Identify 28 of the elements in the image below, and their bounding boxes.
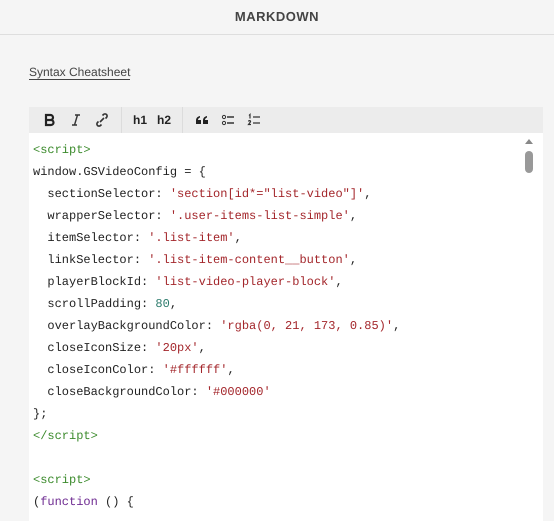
bold-icon (43, 113, 57, 127)
code-line: scrollPadding: 80, (46, 296, 178, 313)
code-line: itemSelector: '.list-item', (46, 230, 242, 247)
code-line: linkSelector: '.list-item-content__button', (46, 252, 358, 269)
code-line: sectionSelector: 'section[id*="list-video"]', (46, 186, 372, 203)
numbered-list-icon (247, 113, 262, 127)
code-line: (function () { (33, 494, 134, 511)
code-line: }; (33, 406, 48, 423)
heading-button[interactable]: h2 (152, 110, 176, 130)
link-icon (95, 113, 109, 127)
italic-icon (69, 113, 83, 127)
code-line: <script> (33, 142, 91, 159)
code-line: playerBlockId: 'list-video-player-block', (46, 274, 343, 291)
quote-icon (195, 113, 210, 127)
code-line: wrapperSelector: '.user-items-list-simple', (46, 208, 358, 225)
code-line: closeBackgroundColor: '#000000' (46, 384, 271, 401)
code-line: closeIconSize: '20px', (46, 340, 206, 357)
code-line: closeIconColor: '#ffffff', (46, 362, 235, 379)
scrollbar-thumb[interactable] (525, 151, 533, 173)
heading-button[interactable]: h1 (128, 110, 152, 130)
code-line: </script> (33, 428, 98, 445)
code-line: window.GSVideoConfig = { (33, 164, 206, 181)
scroll-up-icon[interactable] (525, 138, 533, 144)
panel-title: MARKDOWN (234, 8, 320, 26)
syntax-cheatsheet-link[interactable]: Syntax Cheatsheet (29, 65, 130, 80)
code-line: overlayBackgroundColor: 'rgba(0, 21, 173, 0.85)', (46, 318, 400, 335)
bulleted-list-icon (221, 113, 236, 127)
code-line: <script> (33, 472, 91, 489)
